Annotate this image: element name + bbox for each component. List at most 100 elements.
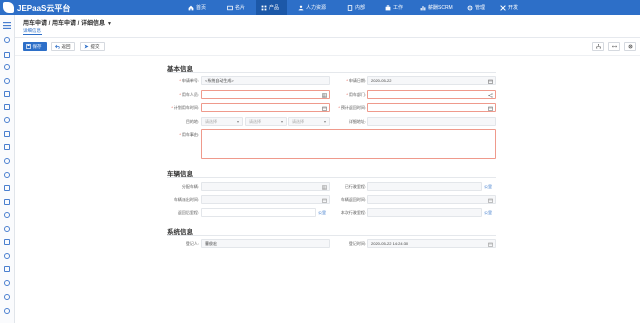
back-arrow-icon	[55, 44, 60, 49]
active-tab-indicator	[23, 34, 42, 35]
circle-icon[interactable]	[4, 78, 10, 84]
back-button[interactable]: 返回	[51, 42, 75, 51]
chevron-down-icon: ▾	[280, 119, 283, 124]
unit-label: 公里	[318, 210, 326, 215]
top-nav-bar: JEPaaS云平台 首页 名片 产品 人力资源 内部 工作 薪酬SCRM 管理 …	[0, 0, 640, 15]
nav-dev[interactable]: 开发	[495, 0, 523, 15]
tree-icon[interactable]	[592, 42, 604, 51]
circle-icon[interactable]	[4, 308, 10, 314]
phone-icon[interactable]	[4, 144, 10, 150]
nav-home[interactable]: 首页	[183, 0, 211, 15]
app-title: JEPaaS云平台	[17, 4, 71, 13]
book-icon[interactable]	[4, 104, 10, 110]
apply-no-field: <系统自动生成>	[201, 76, 330, 85]
settings-icon[interactable]	[4, 212, 10, 218]
back-time-field[interactable]	[367, 195, 496, 204]
info-icon[interactable]	[4, 280, 10, 286]
dept-field[interactable]	[367, 90, 496, 99]
user-field[interactable]	[201, 90, 330, 99]
section-divider	[167, 72, 496, 73]
grid-icon[interactable]	[322, 92, 327, 98]
compass-icon[interactable]	[4, 172, 10, 178]
table-icon[interactable]	[4, 239, 10, 245]
address-field[interactable]	[367, 117, 496, 126]
share-icon[interactable]	[488, 92, 493, 98]
apply-date-field[interactable]: 2020-05-22	[367, 76, 496, 85]
submit-button[interactable]: 提交	[80, 42, 105, 51]
save-button[interactable]: 保存	[23, 42, 47, 51]
assign-vehicle-field[interactable]	[201, 182, 330, 191]
folder-icon[interactable]	[4, 199, 10, 205]
star-icon[interactable]	[4, 253, 10, 259]
nav-scrm[interactable]: 薪酬SCRM	[415, 0, 458, 15]
save-icon	[26, 44, 31, 49]
section-divider	[167, 177, 496, 178]
calendar-icon[interactable]	[488, 79, 493, 84]
menu-icon[interactable]	[3, 22, 11, 29]
help-icon[interactable]	[4, 294, 10, 300]
reason-label: *用车事由:	[179, 132, 199, 137]
chevron-down-icon: ▾	[236, 119, 239, 124]
chart-icon[interactable]	[4, 131, 10, 137]
document-icon[interactable]	[4, 185, 10, 191]
chart-icon	[420, 5, 426, 11]
district-select[interactable]: 请选择 ▾	[288, 117, 330, 126]
clock-icon[interactable]	[4, 64, 10, 70]
card-icon	[227, 5, 233, 11]
section-divider	[167, 235, 496, 236]
trip-mileage-label: 本次行驶里程:	[340, 210, 366, 215]
user-icon[interactable]	[4, 158, 10, 164]
unit-label: 公里	[484, 184, 492, 189]
unit-label: 公里	[484, 210, 492, 215]
divider	[15, 55, 640, 56]
send-icon	[84, 44, 89, 49]
plan-time-field[interactable]	[201, 103, 330, 112]
trip-mileage-field[interactable]	[367, 208, 482, 217]
calendar-icon[interactable]	[488, 106, 493, 111]
dot-icon[interactable]	[4, 226, 10, 232]
gear-icon[interactable]	[4, 37, 10, 43]
city-select[interactable]: 请选择 ▾	[245, 117, 287, 126]
user-label: *用车人员:	[179, 92, 199, 97]
nav-product[interactable]: 产品	[256, 0, 287, 15]
out-time-field[interactable]	[201, 195, 330, 204]
return-mileage-field[interactable]	[201, 208, 316, 217]
sidebar	[0, 15, 15, 323]
logo	[3, 2, 14, 13]
start-mileage-label: 已行驶里程:	[344, 184, 366, 189]
people-icon	[298, 5, 304, 11]
grid-icon[interactable]	[322, 184, 327, 190]
calendar-icon[interactable]	[488, 198, 493, 203]
return-mileage-label: 返回后里程:	[177, 210, 199, 215]
nav-hr[interactable]: 人力资源	[293, 0, 331, 15]
reason-textarea[interactable]	[201, 129, 496, 159]
register-time-field: 2020-05-22 14:24:30	[367, 239, 496, 248]
back-time-label: 车辆返回时间:	[340, 197, 366, 202]
address-label: 详细地址:	[348, 119, 366, 124]
target-icon[interactable]	[4, 117, 10, 123]
nav-internal[interactable]: 内部	[342, 0, 370, 15]
calendar-icon[interactable]	[488, 242, 493, 247]
expand-icon[interactable]	[608, 42, 620, 51]
calendar-icon[interactable]	[322, 106, 327, 111]
calendar-icon[interactable]	[322, 198, 327, 203]
nav-card[interactable]: 名片	[222, 0, 250, 15]
tools-icon	[500, 4, 506, 11]
gear-icon[interactable]	[624, 42, 636, 51]
register-time-label: 登记时间:	[348, 241, 366, 246]
mail-icon[interactable]	[4, 91, 10, 97]
breadcrumb[interactable]: 用车申请 / 用车申请 / 详细信息 ▼	[23, 18, 112, 27]
gear-icon	[467, 5, 473, 11]
start-mileage-field[interactable]	[367, 182, 482, 191]
building-icon	[347, 4, 353, 11]
divider	[15, 37, 640, 38]
chevron-down-icon[interactable]: ▼	[107, 21, 112, 27]
return-time-field[interactable]	[367, 103, 496, 112]
briefcase-icon	[385, 4, 391, 11]
apply-date-label: *申请日期:	[346, 78, 366, 83]
nav-work[interactable]: 工作	[380, 0, 408, 15]
list-icon[interactable]	[4, 266, 10, 272]
grid-icon[interactable]	[4, 52, 10, 58]
province-select[interactable]: 请选择 ▾	[201, 117, 243, 126]
nav-manage[interactable]: 管理	[462, 0, 490, 15]
